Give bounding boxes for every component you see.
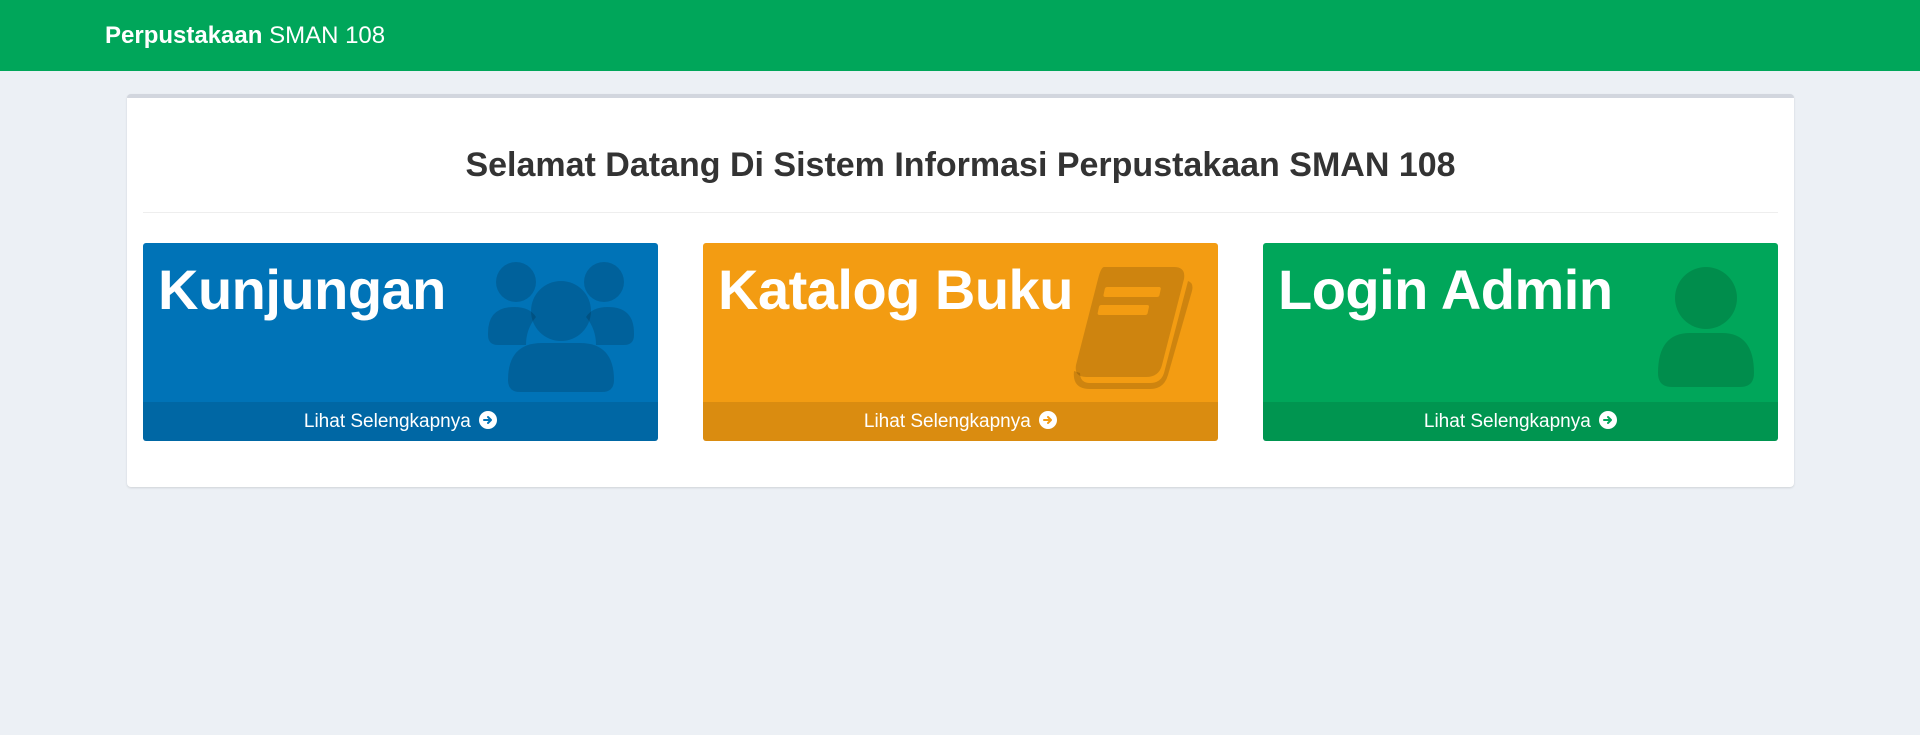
- brand-bold-text: Perpustakaan: [105, 22, 263, 49]
- more-info-link[interactable]: Lihat Selengkapnya: [143, 402, 658, 441]
- arrow-circle-right-icon: [1599, 411, 1618, 429]
- user-icon: [1658, 267, 1754, 387]
- more-info-label: Lihat Selengkapnya: [863, 411, 1031, 432]
- welcome-box: Selamat Datang Di Sistem Informasi Perpu…: [127, 94, 1794, 487]
- tile-katalog-buku: Katalog Buku Lihat Selengkapnya: [703, 243, 1218, 441]
- book-icon: [1073, 267, 1193, 389]
- tile-title: Login Admin: [1278, 258, 1613, 321]
- more-info-link[interactable]: Lihat Selengkapnya: [703, 402, 1218, 441]
- more-info-label: Lihat Selengkapnya: [303, 411, 471, 432]
- brand-logo-link[interactable]: Perpustakaan SMAN 108: [105, 0, 385, 71]
- page-title: Selamat Datang Di Sistem Informasi Perpu…: [465, 146, 1456, 184]
- tile-kunjungan: Kunjungan Lihat Selengkapnya: [143, 243, 658, 441]
- tile-title: Katalog Buku: [718, 258, 1073, 321]
- tile-title: Kunjungan: [158, 258, 446, 321]
- users-icon: [488, 262, 634, 392]
- more-info-label: Lihat Selengkapnya: [1423, 411, 1591, 432]
- brand-rest-text: SMAN 108: [262, 22, 386, 49]
- arrow-circle-right-icon: [1039, 411, 1058, 429]
- divider: [143, 212, 1778, 213]
- top-navbar: Perpustakaan SMAN 108: [0, 0, 1920, 71]
- arrow-circle-right-icon: [479, 411, 498, 429]
- tile-login-admin: Login Admin Lihat Selengkapnya: [1263, 243, 1778, 441]
- more-info-link[interactable]: Lihat Selengkapnya: [1263, 402, 1778, 441]
